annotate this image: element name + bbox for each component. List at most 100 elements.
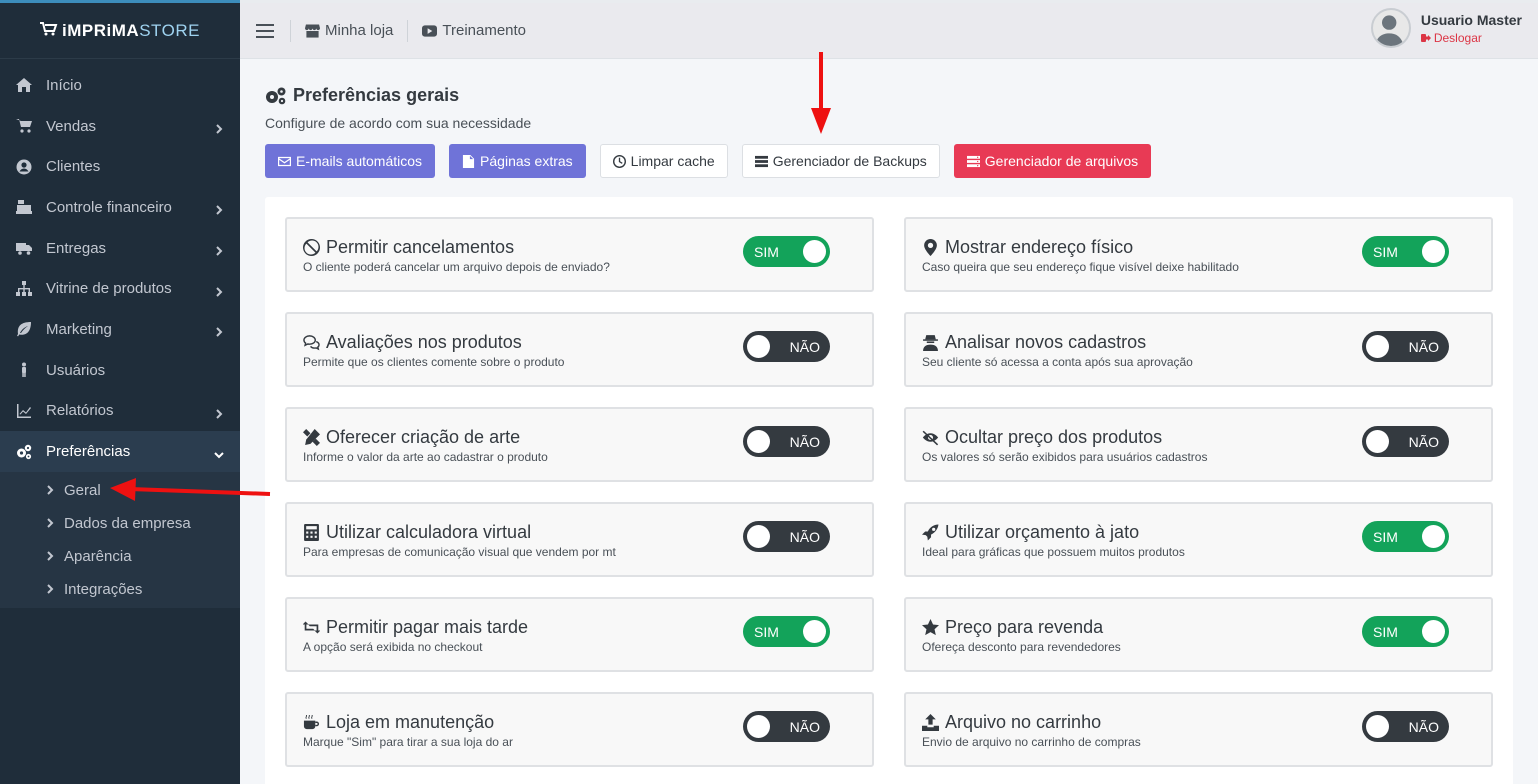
option-title: Avaliações nos produtos — [303, 332, 522, 353]
brand-name-bold: iMPRiMA — [62, 20, 140, 40]
toggle-knob — [747, 430, 770, 453]
sidebar-item-entregas[interactable]: Entregas — [0, 228, 240, 269]
sidebar-item-label: Preferências — [46, 443, 131, 461]
submenu-item-aparencia[interactable]: Aparência — [0, 540, 240, 573]
option-toggle[interactable]: NÃO — [1362, 331, 1449, 362]
option-toggle[interactable]: NÃO — [743, 711, 830, 742]
option-title: Ocultar preço dos produtos — [922, 427, 1162, 448]
paginas-extras-button[interactable]: Páginas extras — [449, 144, 586, 178]
page-title-text: Preferências gerais — [293, 85, 460, 105]
limpar-cache-button[interactable]: Limpar cache — [599, 144, 728, 178]
toggle-knob — [1422, 240, 1445, 263]
option-mostrar-endereco-fisico: Mostrar endereço físico Caso queira que … — [904, 217, 1493, 292]
submenu-item-integracoes[interactable]: Integrações — [0, 573, 240, 606]
toggle-label: SIM — [1373, 529, 1398, 545]
cart-icon — [15, 118, 33, 134]
page-subtitle: Configure de acordo com sua necessidade — [265, 115, 532, 131]
option-utilizar-orcamento-a-jato: Utilizar orçamento à jato Ideal para grá… — [904, 502, 1493, 577]
toggle-knob — [1366, 430, 1389, 453]
option-loja-em-manutencao: Loja em manutenção Marque "Sim" para tir… — [285, 692, 874, 767]
truck-icon — [15, 240, 33, 256]
retweet-icon — [303, 621, 320, 634]
option-title: Loja em manutenção — [303, 712, 494, 733]
option-avaliacoes-nos-produtos: Avaliações nos produtos Permite que os c… — [285, 312, 874, 387]
option-title-text: Preço para revenda — [945, 617, 1104, 637]
sidebar-item-clientes[interactable]: Clientes — [0, 146, 240, 187]
upload-icon — [922, 714, 939, 731]
cogs-icon — [266, 87, 286, 104]
option-title-text: Mostrar endereço físico — [945, 237, 1134, 257]
sidebar-item-relatorios[interactable]: Relatórios — [0, 391, 240, 432]
file-icon — [462, 154, 475, 168]
option-title-text: Permitir pagar mais tarde — [326, 617, 529, 637]
option-toggle[interactable]: NÃO — [1362, 426, 1449, 457]
ban-icon — [303, 239, 320, 256]
option-toggle[interactable]: SIM — [743, 236, 830, 267]
calculator-icon — [304, 524, 319, 541]
option-toggle[interactable]: NÃO — [743, 426, 830, 457]
cash-register-icon — [15, 199, 33, 215]
sidebar-item-usuarios[interactable]: Usuários — [0, 350, 240, 391]
user-menu[interactable]: Usuario Master Deslogar — [1370, 8, 1522, 48]
submenu-item-dados-da-empresa[interactable]: Dados da empresa — [0, 507, 240, 540]
option-title: Permitir pagar mais tarde — [303, 617, 528, 638]
brand-logo[interactable]: iMPRiMA STORE — [0, 3, 240, 59]
option-toggle[interactable]: NÃO — [1362, 711, 1449, 742]
hamburger-menu-button[interactable] — [240, 23, 290, 39]
option-title: Utilizar calculadora virtual — [303, 522, 531, 543]
option-toggle[interactable]: SIM — [1362, 236, 1449, 267]
option-description: Os valores só serão exibidos para usuári… — [922, 450, 1208, 464]
logout-link[interactable]: Deslogar — [1420, 31, 1522, 45]
rocket-icon — [922, 524, 939, 541]
annotation-arrow-down-icon — [811, 52, 831, 134]
sidebar-item-label: Clientes — [46, 158, 101, 176]
option-toggle[interactable]: NÃO — [743, 521, 830, 552]
submenu-item-label: Integrações — [64, 580, 143, 598]
toggle-knob — [747, 715, 770, 738]
option-title: Preço para revenda — [922, 617, 1103, 638]
option-oferecer-criacao-de-arte: Oferecer criação de arte Informe o valor… — [285, 407, 874, 482]
sidebar-item-inicio[interactable]: Início — [0, 65, 240, 106]
chevron-right-icon — [46, 518, 56, 529]
option-toggle[interactable]: SIM — [1362, 521, 1449, 552]
sidebar-item-controle-financeiro[interactable]: Controle financeiro — [0, 187, 240, 228]
sidebar-item-vitrine-de-produtos[interactable]: Vitrine de produtos — [0, 268, 240, 309]
sitemap-icon — [15, 280, 33, 297]
option-toggle[interactable]: SIM — [1362, 616, 1449, 647]
sidebar-item-label: Usuários — [46, 361, 106, 379]
person-icon — [15, 362, 33, 378]
emails-automaticos-button[interactable]: E-mails automáticos — [265, 144, 436, 178]
header-link-treinamento[interactable]: Treinamento — [408, 22, 540, 39]
toggle-knob — [803, 620, 826, 643]
header-link-minha-loja[interactable]: Minha loja — [291, 22, 407, 39]
option-toggle[interactable]: SIM — [743, 616, 830, 647]
toggle-knob — [1366, 335, 1389, 358]
gerenciador-de-backups-button[interactable]: Gerenciador de Backups — [741, 144, 940, 178]
clock-icon — [612, 154, 626, 168]
option-title-text: Loja em manutenção — [326, 712, 495, 732]
option-description: O cliente poderá cancelar um arquivo dep… — [303, 260, 610, 274]
option-toggle[interactable]: NÃO — [743, 331, 830, 362]
sidebar-item-marketing[interactable]: Marketing — [0, 309, 240, 350]
user-info: Usuario Master Deslogar — [1420, 12, 1522, 45]
option-description: Caso queira que seu endereço fique visív… — [922, 260, 1239, 274]
sidebar-item-label: Controle financeiro — [46, 198, 172, 216]
chevron-right-icon — [214, 202, 224, 216]
option-title: Permitir cancelamentos — [303, 237, 514, 258]
gerenciador-de-arquivos-button[interactable]: Gerenciador de arquivos — [953, 144, 1152, 178]
option-description: Ofereça desconto para revendedores — [922, 640, 1121, 654]
chevron-right-icon — [214, 324, 224, 338]
sidebar-item-label: Relatórios — [46, 402, 114, 420]
option-title-text: Utilizar orçamento à jato — [945, 522, 1140, 542]
eye-slash-icon — [922, 430, 939, 446]
option-title: Arquivo no carrinho — [922, 712, 1101, 733]
submenu-item-label: Geral — [64, 481, 101, 499]
option-title: Oferecer criação de arte — [303, 427, 520, 448]
toggle-knob — [747, 335, 770, 358]
option-title-text: Analisar novos cadastros — [945, 332, 1147, 352]
sidebar-item-preferencias[interactable]: Preferências — [0, 431, 240, 472]
toggle-label: NÃO — [1408, 434, 1439, 450]
sidebar-item-vendas[interactable]: Vendas — [0, 106, 240, 147]
toggle-knob — [1422, 525, 1445, 548]
preferences-card: Permitir cancelamentos O cliente poderá … — [265, 197, 1513, 784]
